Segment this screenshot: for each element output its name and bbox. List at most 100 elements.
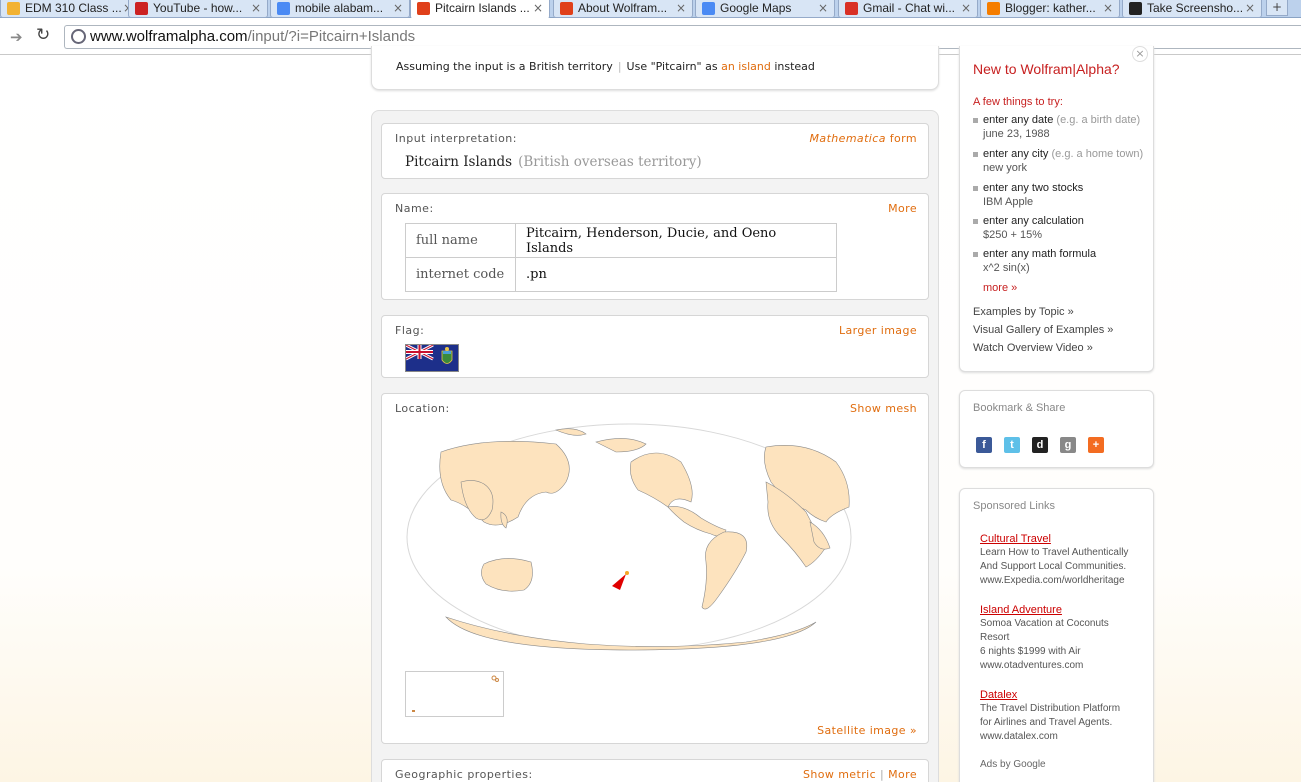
- forward-arrow-icon[interactable]: ➔: [10, 28, 23, 46]
- browser-tab[interactable]: Take Screensho... ×: [1122, 0, 1262, 18]
- browser-tab[interactable]: Google Maps ×: [695, 0, 835, 18]
- item-main: enter any date: [983, 114, 1054, 126]
- new-tab-button[interactable]: +: [1266, 0, 1288, 16]
- assumption-alt-link[interactable]: an island: [721, 60, 771, 73]
- ad-line: Resort: [980, 632, 1010, 643]
- pod-title: Location:: [395, 402, 450, 415]
- tab-close-icon[interactable]: ×: [961, 1, 971, 15]
- bullet-icon: [973, 219, 978, 224]
- browser-tab[interactable]: Blogger: kather... ×: [980, 0, 1120, 18]
- location-inset-map: [405, 671, 504, 717]
- sidebar-item-city[interactable]: enter any city (e.g. a home town) new yo…: [973, 148, 1148, 178]
- sponsored-links-box: Sponsored Links Cultural Travel Learn Ho…: [959, 488, 1154, 782]
- item-example[interactable]: $250 + 15%: [983, 229, 1042, 241]
- browser-tab[interactable]: Pitcairn Islands ... ×: [410, 0, 550, 19]
- tab-label: mobile alabam...: [295, 1, 384, 15]
- assumption-suffix: instead: [774, 60, 815, 73]
- tab-label: Blogger: kather...: [1005, 1, 1096, 15]
- overview-video-link[interactable]: Watch Overview Video »: [973, 342, 1093, 354]
- url-path: /input/?i=Pitcairn+Islands: [247, 28, 416, 45]
- tab-label: YouTube - how...: [153, 1, 243, 15]
- tab-close-icon[interactable]: ×: [533, 1, 543, 15]
- delicious-icon[interactable]: d: [1032, 437, 1048, 453]
- ad-line: The Travel Distribution Platform: [980, 703, 1121, 714]
- sidebar-subtitle: A few things to try:: [973, 96, 1063, 108]
- pitcairn-flag-image: [405, 344, 459, 372]
- ad-datalex: Datalex The Travel Distribution Platform…: [980, 688, 1150, 744]
- name-more-link[interactable]: More: [888, 202, 917, 215]
- reload-icon[interactable]: ↻: [36, 25, 50, 45]
- geo-actions: Show metric | More: [803, 768, 917, 781]
- ad-headline-link[interactable]: Datalex: [980, 688, 1150, 702]
- pod-title: Geographic properties:: [395, 768, 533, 781]
- ads-by-google[interactable]: Ads by Google: [980, 759, 1046, 770]
- table-cell-value: .pn: [515, 257, 837, 292]
- more-icon[interactable]: +: [1088, 437, 1104, 453]
- tab-favicon-icon: [560, 2, 573, 15]
- world-map: [406, 423, 852, 651]
- ad-island-adventure: Island Adventure Somoa Vacation at Cocon…: [980, 603, 1150, 673]
- twitter-icon[interactable]: t: [1004, 437, 1020, 453]
- digg-icon[interactable]: g: [1060, 437, 1076, 453]
- show-mesh-link[interactable]: Show mesh: [850, 402, 917, 415]
- browser-tab[interactable]: About Wolfram... ×: [553, 0, 693, 18]
- tab-close-icon[interactable]: ×: [251, 1, 261, 15]
- visual-gallery-link[interactable]: Visual Gallery of Examples »: [973, 324, 1113, 336]
- browser-tab[interactable]: EDM 310 Class ...×: [0, 0, 140, 18]
- sidebar-item-date[interactable]: enter any date (e.g. a birth date) june …: [973, 114, 1148, 144]
- tab-close-icon[interactable]: ×: [1245, 1, 1255, 15]
- item-example[interactable]: x^2 sin(x): [983, 262, 1030, 274]
- ad-url[interactable]: www.datalex.com: [980, 730, 1150, 744]
- ad-line: And Support Local Communities.: [980, 561, 1127, 572]
- interpretation-text: Pitcairn Islands (British overseas territ…: [405, 154, 702, 170]
- browser-tab-bar: EDM 310 Class ...×YouTube - how...×mobil…: [0, 0, 1301, 19]
- pod-location: Location: Show mesh Satellite image »: [381, 393, 929, 744]
- table-cell-key: internet code: [405, 257, 516, 292]
- sidebar-more-link[interactable]: more »: [983, 282, 1017, 294]
- mathematica-word: Mathematica: [809, 132, 886, 145]
- examples-by-topic-link[interactable]: Examples by Topic »: [973, 306, 1074, 318]
- browser-tab[interactable]: YouTube - how... ×: [128, 0, 268, 18]
- browser-tab[interactable]: mobile alabam... ×: [270, 0, 410, 18]
- geo-action-separator: |: [880, 768, 885, 781]
- pod-flag: Flag: Larger image: [381, 315, 929, 378]
- ad-url[interactable]: www.otadventures.com: [980, 659, 1150, 673]
- tab-close-icon[interactable]: ×: [393, 1, 403, 15]
- table-row: internet code .pn: [405, 257, 837, 292]
- bookmark-share-title: Bookmark & Share: [973, 402, 1066, 414]
- item-main: enter any two stocks: [983, 182, 1084, 194]
- larger-image-link[interactable]: Larger image: [839, 324, 917, 337]
- table-cell-key: full name: [405, 223, 516, 258]
- ad-headline-link[interactable]: Island Adventure: [980, 603, 1150, 617]
- tab-label: Pitcairn Islands ...: [435, 1, 530, 15]
- sidebar-item-math-formula[interactable]: enter any math formula x^2 sin(x): [973, 248, 1148, 278]
- item-main: enter any city: [983, 148, 1049, 160]
- tab-close-icon[interactable]: ×: [676, 1, 686, 15]
- facebook-icon[interactable]: f: [976, 437, 992, 453]
- item-example[interactable]: june 23, 1988: [983, 128, 1050, 140]
- bullet-icon: [973, 186, 978, 191]
- item-main: enter any math formula: [983, 248, 1097, 260]
- url-text[interactable]: www.wolframalpha.com/input/?i=Pitcairn+I…: [90, 28, 415, 45]
- mathematica-form-link[interactable]: Mathematica form: [810, 132, 917, 145]
- bullet-icon: [973, 252, 978, 257]
- bookmark-share-box: Bookmark & Share f t d g +: [959, 390, 1154, 468]
- item-example[interactable]: new york: [983, 162, 1027, 174]
- sidebar-item-calculation[interactable]: enter any calculation $250 + 15%: [973, 215, 1148, 245]
- tab-label: Google Maps: [720, 1, 792, 15]
- tab-close-icon[interactable]: ×: [1103, 1, 1113, 15]
- show-metric-link[interactable]: Show metric: [803, 768, 876, 781]
- browser-tab[interactable]: Gmail - Chat wi... ×: [838, 0, 978, 18]
- tab-close-icon[interactable]: ×: [818, 1, 828, 15]
- item-example[interactable]: IBM Apple: [983, 196, 1033, 208]
- ad-headline-link[interactable]: Cultural Travel: [980, 532, 1150, 546]
- page-content: Assuming the input is a British territor…: [0, 46, 1301, 782]
- satellite-image-link[interactable]: Satellite image »: [817, 724, 917, 737]
- geo-more-link[interactable]: More: [888, 768, 917, 781]
- form-word: form: [889, 132, 917, 145]
- ad-url[interactable]: www.Expedia.com/worldheritage: [980, 574, 1150, 588]
- interpretation-detail: (British overseas territory): [518, 154, 702, 170]
- close-icon[interactable]: ×: [1132, 46, 1148, 62]
- tab-favicon-icon: [135, 2, 148, 15]
- sidebar-item-stocks[interactable]: enter any two stocks IBM Apple: [973, 182, 1148, 212]
